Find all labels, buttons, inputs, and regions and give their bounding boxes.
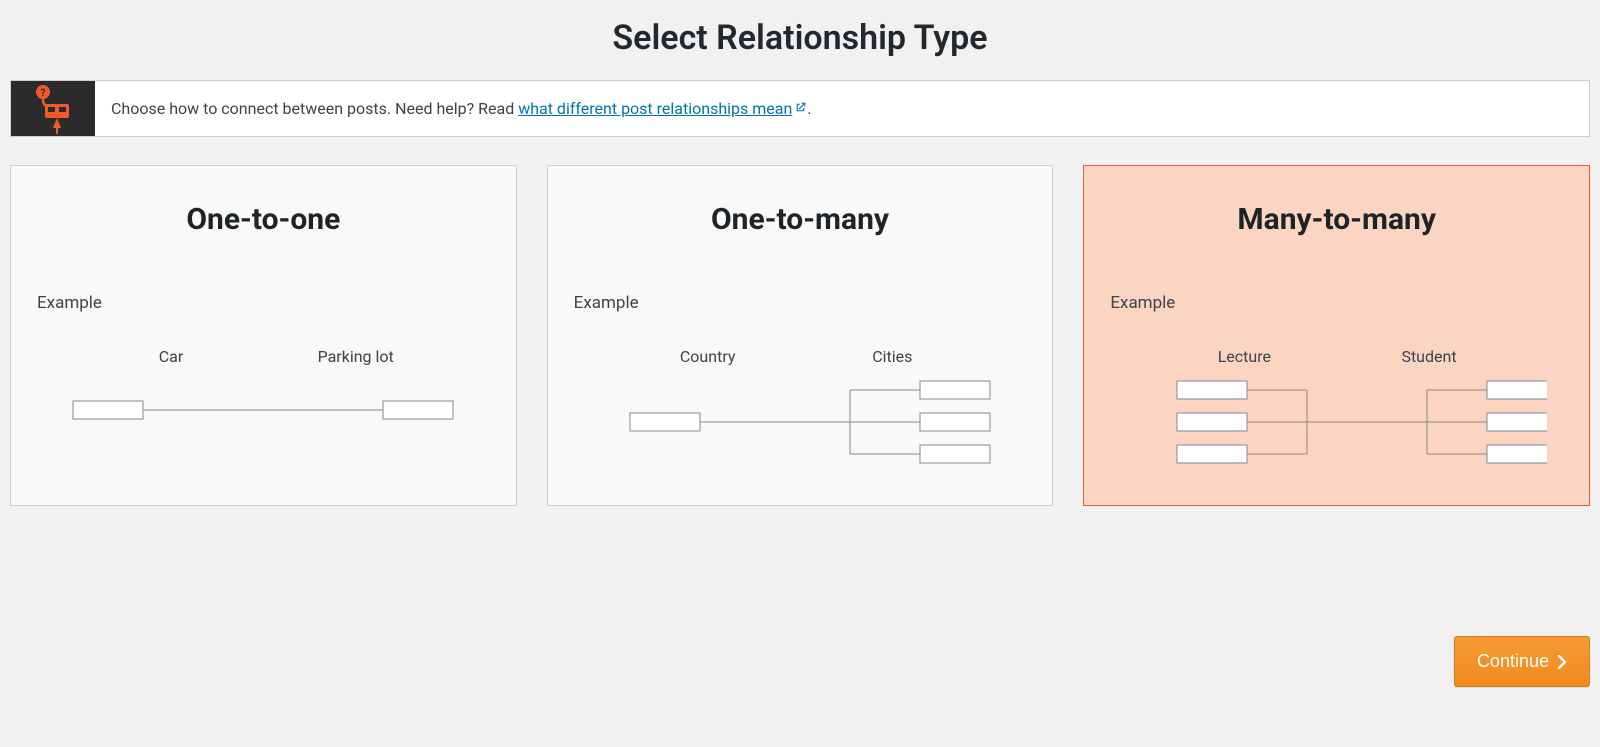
right-entity-one-to-many: Cities <box>822 347 962 366</box>
diagram-many-to-many: Lecture Student <box>1104 347 1569 477</box>
card-title-one-to-many: One-to-many <box>568 202 1033 237</box>
diagram-one-to-one: Car Parking lot <box>31 347 496 477</box>
card-one-to-many[interactable]: One-to-many Example Country Cities <box>547 165 1054 506</box>
example-label-one-to-many: Example <box>574 293 1033 313</box>
help-info-bar: ? Choose how to connect between posts. N… <box>10 80 1590 137</box>
left-entity-one-to-one: Car <box>101 347 241 366</box>
example-label-one-to-one: Example <box>37 293 496 313</box>
svg-text:?: ? <box>41 88 46 99</box>
help-link[interactable]: what different post relationships mean <box>518 99 807 118</box>
continue-button[interactable]: Continue <box>1454 636 1590 687</box>
right-entity-many-to-many: Student <box>1359 347 1499 366</box>
toolset-robot-icon: ? <box>11 81 95 136</box>
help-text-prefix: Choose how to connect between posts. Nee… <box>111 99 518 118</box>
diagram-one-to-many: Country Cities <box>568 347 1033 477</box>
help-text: Choose how to connect between posts. Nee… <box>95 81 828 136</box>
chevron-right-icon <box>1557 655 1567 669</box>
left-entity-many-to-many: Lecture <box>1174 347 1314 366</box>
right-entity-one-to-one: Parking lot <box>286 347 426 366</box>
card-many-to-many[interactable]: Many-to-many Example Lecture Student <box>1083 165 1590 506</box>
card-title-many-to-many: Many-to-many <box>1104 202 1569 237</box>
continue-button-label: Continue <box>1477 651 1549 672</box>
help-link-text: what different post relationships mean <box>518 99 792 118</box>
page-title: Select Relationship Type <box>10 0 1590 80</box>
card-title-one-to-one: One-to-one <box>31 202 496 237</box>
card-one-to-one[interactable]: One-to-one Example Car Parking lot <box>10 165 517 506</box>
help-text-suffix: . <box>807 99 811 118</box>
relationship-cards: One-to-one Example Car Parking lot One-t… <box>10 165 1590 506</box>
left-entity-one-to-many: Country <box>638 347 778 366</box>
external-link-icon <box>794 99 807 118</box>
example-label-many-to-many: Example <box>1110 293 1569 313</box>
